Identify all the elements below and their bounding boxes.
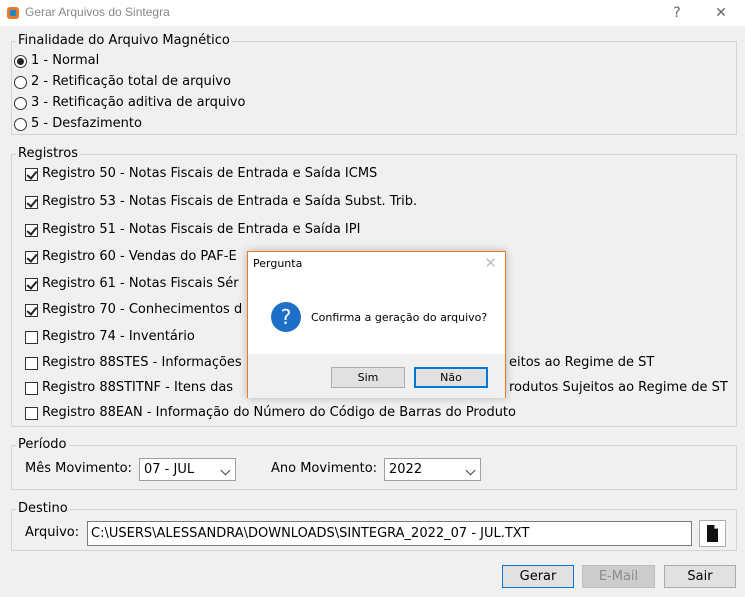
checkbox-label: Registro 50 - Notas Fiscais de Entrada e…	[42, 166, 378, 181]
checkbox-label: Registro 60 - Vendas do PAF-E	[42, 249, 237, 264]
checkbox-registro-61[interactable]: Registro 61 - Notas Fiscais Sér	[25, 275, 239, 293]
arquivo-path-input[interactable]: C:\USERS\ALESSANDRA\DOWNLOADS\SINTEGRA_2…	[87, 521, 692, 546]
chevron-down-icon	[220, 465, 231, 476]
checkbox[interactable]	[25, 406, 38, 420]
checkbox-registro-51[interactable]: Registro 51 - Notas Fiscais de Entrada e…	[25, 221, 360, 239]
checkbox-registro-88stitnf[interactable]: Registro 88STITNF - Itens das	[25, 379, 233, 397]
close-window-button[interactable]: ✕	[706, 3, 736, 23]
destino-group: Destino Arquivo: C:\USERS\ALESSANDRA\DOW…	[11, 501, 737, 551]
checkbox-label: Registro 88STES - Informações	[42, 355, 242, 370]
radio-button[interactable]	[14, 75, 27, 89]
sim-button[interactable]: Sim	[331, 367, 405, 388]
checkbox-label: Registro 74 - Inventário	[42, 329, 195, 344]
checkbox[interactable]	[25, 195, 38, 209]
checkbox-label: Registro 61 - Notas Fiscais Sér	[42, 276, 239, 291]
radio-option-desfazimento[interactable]: 5 - Desfazimento	[14, 115, 142, 133]
help-button[interactable]: ?	[662, 3, 692, 23]
sair-button[interactable]: Sair	[664, 565, 736, 588]
chevron-down-icon	[465, 465, 476, 476]
checkbox-registro-50[interactable]: Registro 50 - Notas Fiscais de Entrada e…	[25, 165, 377, 183]
checkbox[interactable]	[25, 381, 38, 395]
finalidade-title: Finalidade do Arquivo Magnético	[16, 33, 232, 49]
dialog-title: Pergunta	[253, 257, 303, 270]
checkbox-label: Registro 51 - Notas Fiscais de Entrada e…	[42, 222, 361, 237]
finalidade-group: Finalidade do Arquivo Magnético 1 - Norm…	[11, 33, 737, 135]
radio-label: 5 - Desfazimento	[31, 116, 142, 131]
radio-button[interactable]	[14, 117, 27, 131]
dialog-footer: Sim Não	[248, 354, 505, 398]
nao-button[interactable]: Não	[414, 367, 488, 388]
browse-file-button[interactable]	[699, 520, 726, 547]
checkbox-registro-88ean[interactable]: Registro 88EAN - Informação do Número do…	[25, 404, 516, 422]
registros-title: Registros	[16, 146, 80, 162]
ano-movimento-label: Ano Movimento:	[271, 461, 378, 476]
email-button[interactable]: E-Mail	[582, 565, 655, 588]
checkbox-label-overflow: eitos ao Regime de ST	[509, 355, 655, 370]
ano-movimento-value: 2022	[389, 462, 423, 477]
arquivo-label: Arquivo:	[25, 525, 80, 540]
checkbox-registro-74[interactable]: Registro 74 - Inventário	[25, 328, 195, 346]
checkbox[interactable]	[25, 167, 38, 181]
radio-label: 3 - Retificação aditiva de arquivo	[31, 95, 246, 110]
periodo-title: Período	[16, 437, 69, 453]
radio-label: 1 - Normal	[31, 53, 100, 68]
file-icon	[707, 525, 718, 542]
gerar-button[interactable]: Gerar	[502, 565, 574, 588]
radio-option-retificacao-total[interactable]: 2 - Retificação total de arquivo	[14, 73, 231, 91]
checkbox[interactable]	[25, 223, 38, 237]
checkbox-label: Registro 88STITNF - Itens das	[42, 380, 234, 395]
radio-option-retificacao-aditiva[interactable]: 3 - Retificação aditiva de arquivo	[14, 94, 245, 112]
ano-movimento-select[interactable]: 2022	[384, 458, 481, 481]
radio-label: 2 - Retificação total de arquivo	[31, 74, 231, 89]
question-icon: ?	[271, 302, 301, 332]
checkbox-label: Registro 70 - Conhecimentos d	[42, 302, 243, 317]
checkbox-registro-60[interactable]: Registro 60 - Vendas do PAF-E	[25, 248, 237, 266]
checkbox-registro-88stes[interactable]: Registro 88STES - Informações	[25, 354, 242, 372]
dialog-close-button[interactable]: ✕	[484, 254, 497, 272]
radio-button[interactable]	[14, 96, 27, 110]
checkbox[interactable]	[25, 303, 38, 317]
checkbox-label: Registro 53 - Notas Fiscais de Entrada e…	[42, 194, 418, 209]
destino-title: Destino	[16, 501, 70, 517]
mes-movimento-value: 07 - JUL	[144, 462, 195, 477]
mes-movimento-label: Mês Movimento:	[25, 461, 132, 476]
checkbox-label-overflow: rodutos Sujeitos ao Regime de ST	[509, 380, 728, 395]
window-title: Gerar Arquivos do Sintegra	[25, 5, 170, 19]
confirm-dialog: Pergunta ✕ ? Confirma a geração do arqui…	[247, 251, 506, 398]
mes-movimento-select[interactable]: 07 - JUL	[139, 458, 236, 481]
radio-option-normal[interactable]: 1 - Normal	[14, 52, 99, 70]
periodo-group: Período Mês Movimento: 07 - JUL Ano Movi…	[11, 437, 737, 490]
dialog-message: Confirma a geração do arquivo?	[311, 311, 488, 324]
app-logo-icon	[7, 7, 19, 19]
checkbox[interactable]	[25, 356, 38, 370]
title-bar: Gerar Arquivos do Sintegra ? ✕	[0, 0, 745, 26]
radio-button[interactable]	[14, 54, 27, 68]
checkbox-registro-70[interactable]: Registro 70 - Conhecimentos d	[25, 301, 242, 319]
checkbox-label: Registro 88EAN - Informação do Número do…	[42, 405, 516, 420]
checkbox[interactable]	[25, 330, 38, 344]
checkbox-registro-53[interactable]: Registro 53 - Notas Fiscais de Entrada e…	[25, 193, 417, 211]
checkbox[interactable]	[25, 250, 38, 264]
checkbox[interactable]	[25, 277, 38, 291]
